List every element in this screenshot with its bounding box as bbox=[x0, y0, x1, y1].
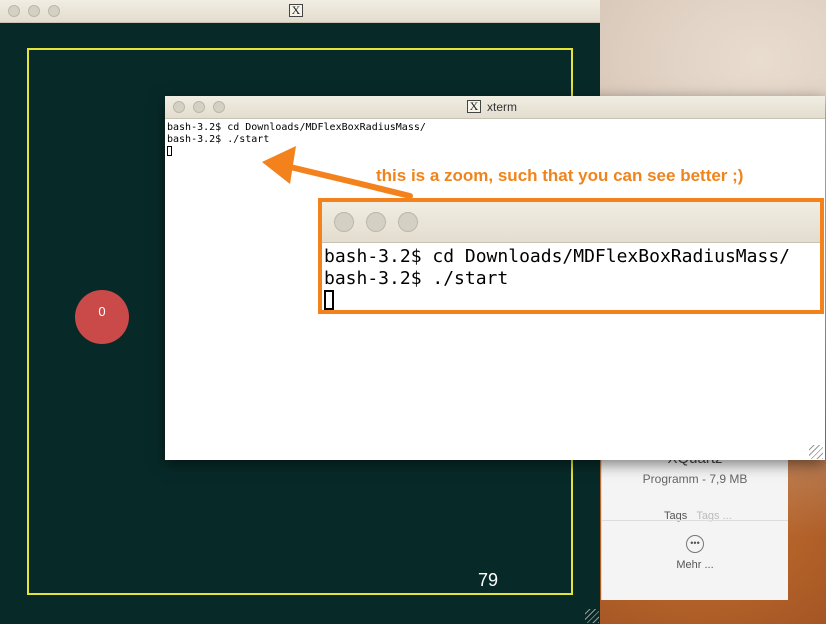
window-title: xterm bbox=[487, 100, 517, 114]
minimize-button bbox=[366, 212, 386, 232]
terminal-line: bash-3.2$ cd Downloads/MDFlexBoxRadiusMa… bbox=[167, 122, 426, 133]
terminal-output[interactable]: bash-3.2$ cd Downloads/MDFlexBoxRadiusMa… bbox=[167, 122, 426, 159]
close-button bbox=[334, 212, 354, 232]
sim-titlebar[interactable]: X bbox=[0, 0, 600, 23]
terminal-line: bash-3.2$ ./start bbox=[167, 134, 270, 145]
zoom-button bbox=[398, 212, 418, 232]
terminal-line: bash-3.2$ ./start bbox=[324, 268, 509, 289]
text-cursor bbox=[167, 146, 172, 156]
annotation-text: this is a zoom, such that you can see be… bbox=[376, 166, 744, 185]
more-icon: ••• bbox=[686, 535, 704, 553]
info-panel: XQuartz Programm - 7,9 MB Tags Tags ... … bbox=[601, 440, 788, 600]
zoom-inset: bash-3.2$ cd Downloads/MDFlexBoxRadiusMa… bbox=[318, 198, 824, 314]
ball-label: 0 bbox=[98, 304, 106, 319]
step-counter: 79 bbox=[478, 570, 499, 590]
x11-icon: X bbox=[289, 4, 303, 17]
zoom-button[interactable] bbox=[48, 5, 60, 17]
resize-grip[interactable] bbox=[809, 445, 823, 459]
particle-ball: 0 bbox=[75, 290, 129, 344]
more-label: Mehr ... bbox=[676, 559, 714, 571]
more-button[interactable]: ••• Mehr ... bbox=[602, 535, 788, 571]
divider bbox=[602, 520, 788, 521]
resize-grip[interactable] bbox=[585, 609, 599, 623]
zoom-titlebar bbox=[322, 202, 820, 243]
zoom-terminal-output: bash-3.2$ cd Downloads/MDFlexBoxRadiusMa… bbox=[324, 246, 790, 310]
close-button[interactable] bbox=[8, 5, 20, 17]
minimize-button[interactable] bbox=[193, 101, 205, 113]
zoom-button[interactable] bbox=[213, 101, 225, 113]
terminal-line: bash-3.2$ cd Downloads/MDFlexBoxRadiusMa… bbox=[324, 246, 790, 267]
x11-icon: X bbox=[467, 100, 481, 113]
xterm-titlebar[interactable]: X xterm bbox=[165, 96, 825, 119]
minimize-button[interactable] bbox=[28, 5, 40, 17]
text-cursor bbox=[324, 290, 334, 310]
close-button[interactable] bbox=[173, 101, 185, 113]
app-kind: Programm - 7,9 MB bbox=[642, 472, 748, 486]
